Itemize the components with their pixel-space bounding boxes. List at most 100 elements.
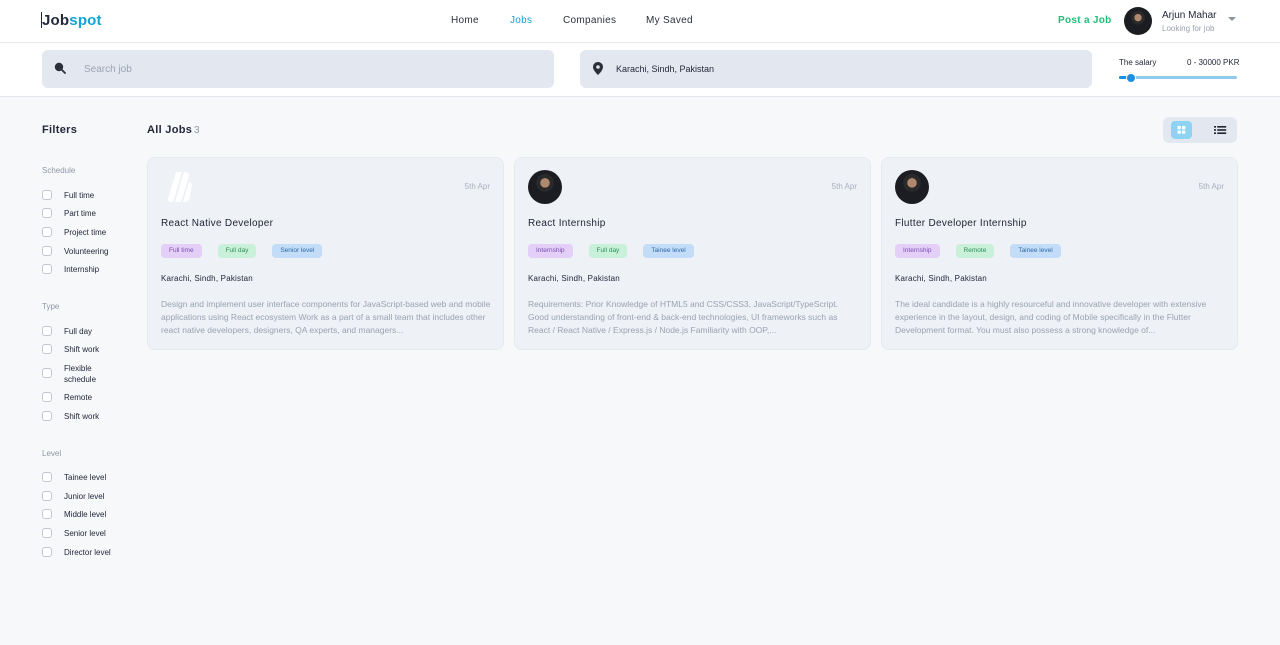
nav-companies[interactable]: Companies — [563, 15, 616, 26]
job-tag: Remote — [955, 244, 995, 258]
jobs-count: 3 — [194, 125, 200, 136]
logo-text-spot: spot — [69, 12, 102, 29]
filters-title: Filters — [42, 124, 78, 136]
job-tags: Internship Full day Tainee level — [528, 244, 694, 258]
job-date: 5th Apr — [831, 182, 857, 191]
search-box[interactable] — [42, 50, 554, 88]
filter-option-label: Director level — [64, 548, 111, 557]
filter-option-label: Shift work — [64, 345, 100, 354]
checkbox[interactable] — [42, 528, 52, 538]
list-icon — [1214, 126, 1227, 134]
job-card[interactable]: 5th Apr React Native Developer Full time… — [147, 157, 504, 350]
job-card[interactable]: 5th Apr React Internship Internship Full… — [514, 157, 871, 350]
filter-option[interactable]: Director level — [42, 547, 124, 558]
filter-option-label: Junior level — [64, 492, 105, 501]
filter-group-schedule-title: Schedule — [42, 166, 76, 175]
filter-option[interactable]: Part time — [42, 208, 124, 219]
checkbox[interactable] — [42, 411, 52, 421]
job-tag: Internship — [895, 244, 940, 258]
checkbox[interactable] — [42, 227, 52, 237]
filter-option[interactable]: Shift work — [42, 411, 124, 422]
nav-jobs[interactable]: Jobs — [510, 15, 532, 26]
filter-option-label: Tainee level — [64, 473, 107, 482]
job-title[interactable]: React Native Developer — [161, 218, 273, 229]
job-title[interactable]: React Internship — [528, 218, 606, 229]
filter-option[interactable]: Junior level — [42, 491, 124, 502]
chevron-down-icon[interactable] — [1228, 17, 1236, 21]
list-view-button[interactable] — [1211, 121, 1229, 139]
filter-option[interactable]: Internship — [42, 264, 124, 275]
filter-option-label: Flexible schedule — [64, 364, 97, 384]
checkbox[interactable] — [42, 264, 52, 274]
view-toggle — [1163, 117, 1237, 143]
nav-home[interactable]: Home — [451, 15, 479, 26]
post-job-link[interactable]: Post a Job — [1058, 15, 1112, 26]
checkbox[interactable] — [42, 326, 52, 336]
company-avatar — [895, 170, 929, 204]
checkbox[interactable] — [42, 368, 52, 378]
filter-option-label: Project time — [64, 228, 107, 237]
checkbox[interactable] — [42, 547, 52, 557]
checkbox[interactable] — [42, 190, 52, 200]
filter-option[interactable]: Full time — [42, 190, 124, 201]
job-title[interactable]: Flutter Developer Internship — [895, 218, 1027, 229]
search-bar-row: The salary 0 - 30000 PKR — [0, 43, 1280, 97]
filter-option-label: Part time — [64, 209, 97, 218]
job-location: Karachi, Sindh, Pakistan — [161, 274, 253, 283]
filter-option[interactable]: Full day — [42, 326, 124, 337]
filter-group-type-title: Type — [42, 302, 60, 311]
filter-option-label: Middle level — [64, 510, 107, 519]
filter-group-level-title: Level — [42, 449, 62, 458]
jobspot-logo[interactable]: Jobspot — [41, 12, 102, 29]
salary-label: The salary — [1119, 58, 1157, 67]
checkbox[interactable] — [42, 509, 52, 519]
job-tags: Internship Remote Tainee level — [895, 244, 1061, 258]
checkbox[interactable] — [42, 246, 52, 256]
filter-option[interactable]: Senior level — [42, 528, 124, 539]
location-box[interactable] — [580, 50, 1092, 88]
filter-option[interactable]: Flexible schedule — [42, 363, 104, 385]
filter-option[interactable]: Remote — [42, 392, 124, 403]
salary-slider-track[interactable] — [1119, 76, 1237, 79]
search-input[interactable] — [84, 60, 524, 78]
job-tag: Full day — [588, 244, 628, 258]
filter-option-label: Remote — [64, 393, 93, 402]
filter-option[interactable]: Project time — [42, 227, 124, 238]
user-status: Looking for job — [1162, 24, 1215, 33]
salary-slider-thumb[interactable] — [1125, 73, 1136, 83]
job-date: 5th Apr — [1198, 182, 1224, 191]
checkbox[interactable] — [42, 472, 52, 482]
filter-option[interactable]: Tainee level — [42, 472, 124, 483]
salary-range-text: 0 - 30000 PKR — [1187, 58, 1240, 67]
nav-my-saved[interactable]: My Saved — [646, 15, 693, 26]
checkbox[interactable] — [42, 392, 52, 402]
checkbox[interactable] — [42, 491, 52, 501]
job-location: Karachi, Sindh, Pakistan — [895, 274, 987, 283]
job-description: Design and implement user interface comp… — [161, 299, 491, 335]
filter-option[interactable]: Shift work — [42, 344, 124, 355]
grid-view-button[interactable] — [1171, 121, 1192, 139]
filter-option[interactable]: Middle level — [42, 509, 124, 520]
job-date: 5th Apr — [464, 182, 490, 191]
filter-option[interactable]: Volunteering — [42, 246, 124, 257]
filter-option-label: Internship — [64, 265, 100, 274]
job-tags: Full time Full day Senior level — [161, 244, 323, 258]
search-icon — [54, 62, 66, 74]
filter-option-label: Full time — [64, 191, 95, 200]
job-tag: Tainee level — [643, 244, 694, 258]
job-tag: Tainee level — [1010, 244, 1061, 258]
company-avatar — [528, 170, 562, 204]
checkbox[interactable] — [42, 208, 52, 218]
job-card[interactable]: 5th Apr Flutter Developer Internship Int… — [881, 157, 1238, 350]
logo-text-job: Job — [42, 12, 70, 29]
job-description: The ideal candidate is a highly resource… — [895, 299, 1207, 335]
job-tag: Internship — [528, 244, 573, 258]
checkbox[interactable] — [42, 344, 52, 354]
user-avatar[interactable] — [1124, 7, 1152, 35]
filter-option-label: Full day — [64, 327, 93, 336]
company-logo-icon — [161, 170, 195, 204]
user-name: Arjun Mahar — [1162, 10, 1217, 21]
location-input[interactable] — [616, 60, 1056, 78]
grid-icon — [1177, 126, 1186, 134]
all-jobs-title: All Jobs — [147, 124, 193, 136]
